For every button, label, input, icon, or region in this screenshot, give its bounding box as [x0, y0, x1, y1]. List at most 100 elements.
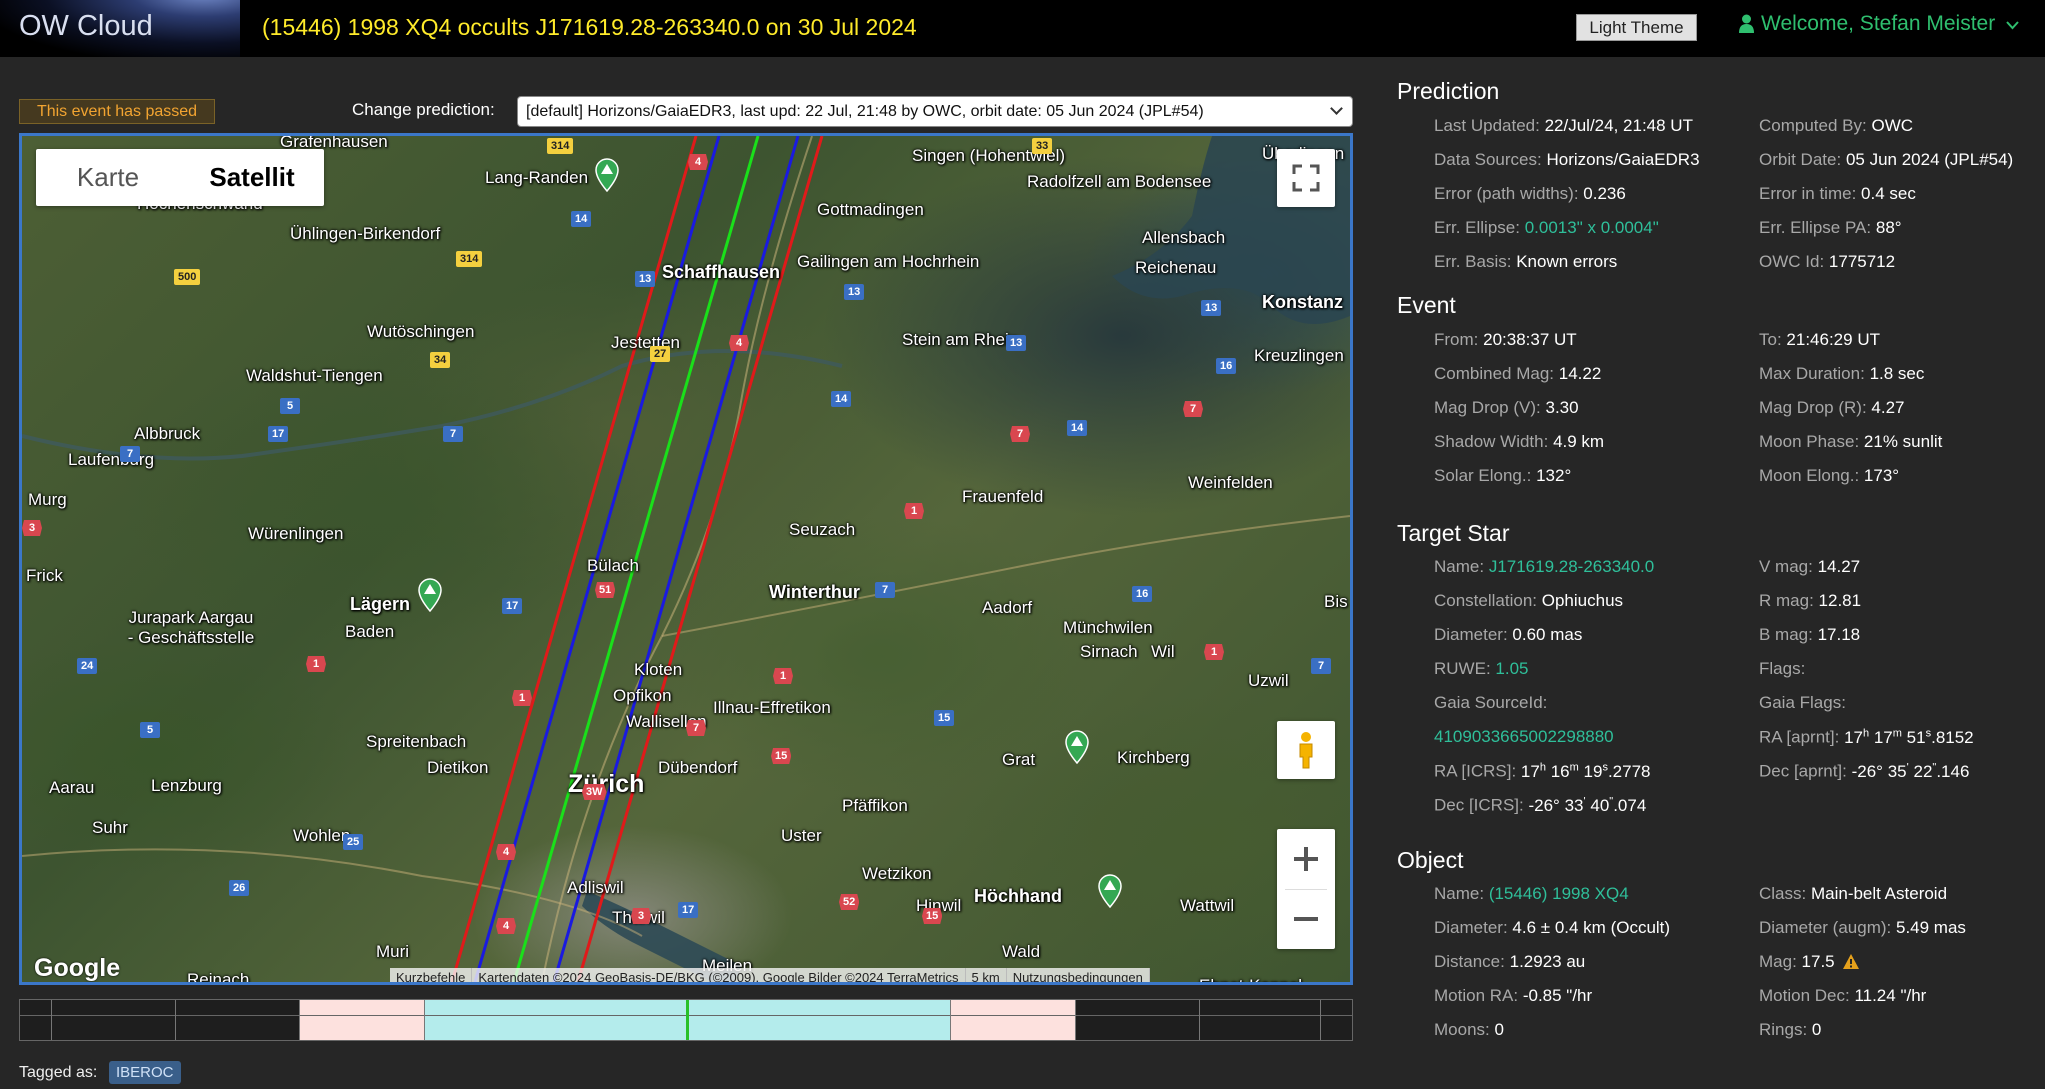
prediction-right-row: Computed By: OWC: [1759, 116, 1914, 135]
road-shield: 15: [771, 748, 792, 764]
road-shield: 17: [502, 598, 523, 614]
road-shield: 14: [571, 211, 592, 227]
dec-icrs-row: Dec [ICRS]: -26° 33' 40".074: [1434, 795, 1647, 815]
road-shield: 13: [635, 271, 656, 287]
place-label: Dübendorf: [658, 758, 738, 777]
warning-icon[interactable]: [1842, 953, 1860, 970]
place-label: Kirchberg: [1117, 748, 1190, 767]
road-shield: 314: [547, 138, 574, 154]
timeline-segment-outer: [299, 1000, 424, 1040]
object-right-row: Rings: 0: [1759, 1020, 1822, 1039]
park-pin-icon[interactable]: [1062, 728, 1092, 764]
road-shield: 4: [496, 844, 516, 860]
park-pin-icon[interactable]: [592, 156, 622, 192]
keyboard-shortcuts-link[interactable]: Kurzbefehle: [390, 968, 473, 982]
vmag-row: V mag: 14.27: [1759, 557, 1861, 576]
road-shield: 7: [875, 582, 895, 598]
road-shield: 1: [773, 668, 793, 684]
bmag-row: B mag: 17.18: [1759, 625, 1861, 644]
event-timeline[interactable]: [19, 999, 1353, 1041]
place-label: Bülach: [587, 556, 639, 575]
dec-apparent-row: Dec [aprnt]: -26° 35' 22".146: [1759, 761, 1970, 781]
light-theme-button[interactable]: Light Theme: [1576, 14, 1697, 41]
ra-apparent-row: RA [aprnt]: 17h 17m 51s.8152: [1759, 727, 1974, 747]
event-section-title: Event: [1397, 292, 1456, 318]
road-shield: 13: [1201, 300, 1222, 316]
road-shield: 3: [631, 908, 651, 924]
place-label: Spreitenbach: [366, 732, 467, 751]
park-pin-icon[interactable]: [415, 576, 445, 612]
tag-iberoc[interactable]: IBEROC: [109, 1061, 181, 1084]
object-right-row: Mag: 17.5: [1759, 952, 1835, 971]
road-shield: 26: [229, 880, 250, 896]
event-left-row: Shadow Width: 4.9 km: [1434, 432, 1605, 451]
timeline-tick: [1075, 1000, 1076, 1040]
road-shield: 7: [686, 720, 706, 736]
road-shield: 314: [456, 251, 483, 267]
place-label: Schaffhausen: [662, 262, 781, 282]
pegman-icon: [1299, 732, 1313, 769]
place-label: Muri: [376, 942, 410, 961]
prediction-left-row: Data Sources: Horizons/GaiaEDR3: [1434, 150, 1700, 169]
road-shield: 13: [844, 284, 865, 300]
place-label: Wald: [1002, 942, 1041, 961]
zoom-out-icon[interactable]: [1277, 889, 1335, 949]
road-shield: 34: [430, 352, 451, 368]
place-label: Kloten: [634, 660, 683, 679]
place-label: Kreuzlingen: [1254, 346, 1344, 365]
place-label: Allensbach: [1142, 228, 1226, 247]
object-left-row: Diameter: 4.6 ± 0.4 km (Occult): [1434, 918, 1671, 937]
scale-bar[interactable]: 5 km: [966, 968, 1007, 982]
place-label: Bis: [1324, 592, 1348, 611]
event-right-row: Moon Phase: 21% sunlit: [1759, 432, 1943, 451]
road-shield: 15: [922, 908, 943, 924]
park-pin-icon[interactable]: [1095, 872, 1125, 908]
object-left-row: Moons: 0: [1434, 1020, 1504, 1039]
road-shield: 1: [512, 690, 532, 706]
place-label: Lägern: [350, 594, 411, 614]
place-label: Uster: [781, 826, 822, 845]
google-logo: Google: [34, 954, 121, 982]
chevron-down-icon: [2006, 21, 2019, 30]
road-shield: 33: [1032, 138, 1053, 154]
place-label: Albbruck: [134, 424, 201, 443]
prediction-section-title: Prediction: [1397, 78, 1500, 104]
logo[interactable]: OW Cloud: [0, 0, 240, 57]
fullscreen-button[interactable]: [1277, 149, 1335, 207]
road-shield: 3: [22, 520, 42, 536]
object-left-row: Motion RA: -0.85 "/hr: [1434, 986, 1593, 1005]
fullscreen-icon: [1292, 164, 1320, 192]
prediction-right-row: Orbit Date: 05 Jun 2024 (JPL#54): [1759, 150, 2014, 169]
road-shield: 7: [1183, 401, 1203, 417]
timeline-tick: [51, 1000, 52, 1040]
timeline-tick: [1199, 1000, 1200, 1040]
road-shield: 25: [343, 834, 364, 850]
occultation-map[interactable]: Grafenhausen Lang-Randen Singen (Hohentwie…: [19, 133, 1353, 985]
map-type-satellit[interactable]: Satellit: [180, 149, 324, 206]
user-menu[interactable]: Welcome, Stefan Meister: [1739, 11, 2019, 36]
road-shield: 51: [595, 582, 616, 598]
star-name-link[interactable]: J171619.28-263340.0: [1489, 557, 1654, 576]
event-left-row: Combined Mag: 14.22: [1434, 364, 1602, 383]
event-right-row: Max Duration: 1.8 sec: [1759, 364, 1925, 383]
place-label: Konstanz: [1262, 292, 1343, 312]
place-label: Wohlen: [293, 826, 351, 845]
prediction-right-row: Error in time: 0.4 sec: [1759, 184, 1916, 203]
place-label: Sirnach: [1080, 642, 1138, 661]
prediction-select-value: [default] Horizons/GaiaEDR3, last upd: 2…: [526, 103, 1204, 120]
map-type-karte[interactable]: Karte: [36, 149, 180, 206]
place-label: Adliswil: [567, 878, 624, 897]
gaia-sourceid-link[interactable]: 4109033665002298880: [1434, 727, 1614, 747]
timeline-tick: [950, 1000, 951, 1040]
object-right-row: Motion Dec: 11.24 "/hr: [1759, 986, 1927, 1005]
object-right-row: Class: Main-belt Asteroid: [1759, 884, 1948, 903]
terms-link[interactable]: Nutzungsbedingungen: [1007, 968, 1150, 982]
place-label: Zürich: [568, 770, 645, 798]
place-label: Frauenfeld: [962, 487, 1044, 506]
street-view-pegman-button[interactable]: [1277, 721, 1335, 779]
road-shield: 500: [174, 269, 201, 285]
prediction-select[interactable]: [default] Horizons/GaiaEDR3, last upd: 2…: [517, 96, 1353, 127]
zoom-in-icon[interactable]: [1277, 829, 1335, 889]
map-attribution: Kurzbefehle Kartendaten ©2024 GeoBasis-D…: [390, 968, 1150, 982]
map-type-control: Karte Satellit: [36, 149, 324, 206]
